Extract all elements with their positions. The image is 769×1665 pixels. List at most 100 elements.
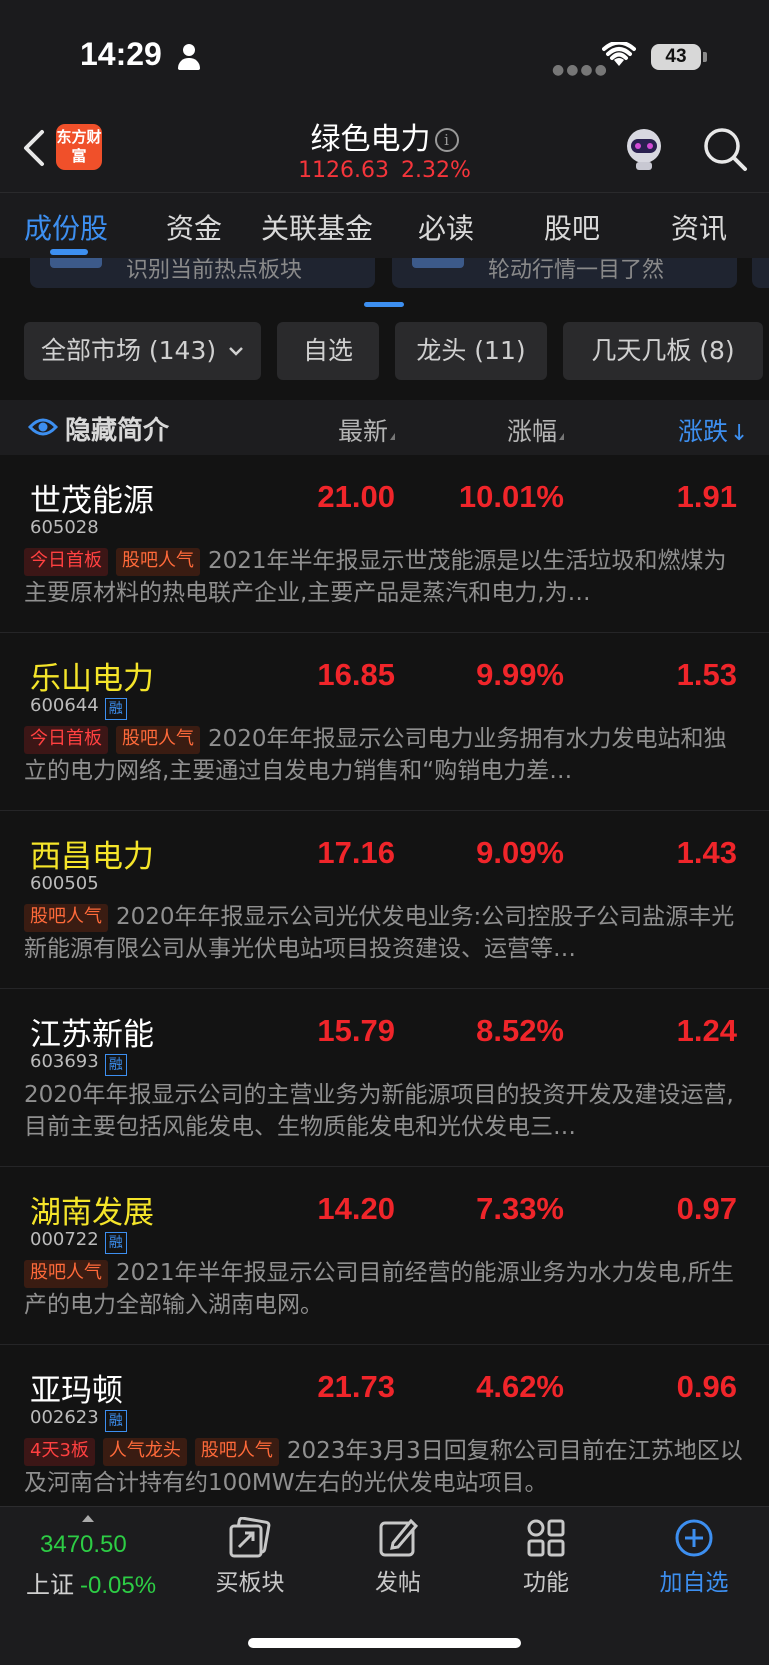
signal-dots-icon: ●●●● [552,62,609,78]
stock-code-line: 000722 融 [30,1229,127,1254]
stock-name: 湖南发展 [30,1195,154,1231]
stock-row[interactable]: 湖南发展 000722 融 14.20 7.33% 0.97 股吧人气 2021年半年报显示公… [0,1167,769,1345]
stock-name: 亚玛顿 [30,1373,123,1409]
sort-desc-icon: ↓ [730,421,749,446]
stock-tag: 4天3板 [24,1438,95,1466]
stock-code: 002623 [30,1407,99,1428]
tab-must-read[interactable]: 必读 [418,207,474,247]
tab-forum[interactable]: 股吧 [544,207,600,247]
stock-intro-text: 2021年半年报显示公司目前经营的能源业务为水力发电,所生产的电力全部输入湖南电… [24,1260,734,1318]
stock-tag: 股吧人气 [24,904,108,932]
market-filter-dropdown[interactable]: 全部市场 (143) [24,322,261,380]
list-header: 隐藏简介 最新 涨幅 涨跌↓ [0,400,769,455]
stock-change: 0.97 [676,1191,737,1226]
stock-pct: 9.99% [476,657,564,692]
tab-constituents[interactable]: 成份股 [24,207,108,247]
stock-code-line: 002623 融 [30,1407,127,1432]
stock-tag: 人气龙头 [102,1438,187,1466]
filter-consecutive-limit[interactable]: 几天几板 (8) [563,322,763,380]
stock-price: 14.20 [317,1191,395,1226]
hide-intro-toggle[interactable]: 隐藏简介 [65,410,169,447]
stock-row[interactable]: 乐山电力 600644 融 16.85 9.99% 1.53 今日首板 股吧人气 2020年年报… [0,633,769,811]
stock-intro: 股吧人气 2021年半年报显示公司目前经营的能源业务为水力发电,所生产的电力全部输… [24,1257,744,1321]
battery-indicator: 43 [651,44,701,70]
stock-price: 21.00 [317,479,395,514]
banner-pager [364,302,404,307]
nav-post[interactable]: 发帖 [338,1517,458,1597]
expand-up-icon[interactable] [82,1515,94,1522]
stock-code: 605028 [30,517,99,538]
stock-pct: 9.09% [476,835,564,870]
app-header: 东方财富 绿色电力 i 1126.63 2.32% [0,110,769,192]
info-icon[interactable]: i [434,128,459,152]
stock-change: 0.96 [676,1369,737,1404]
sh-index-pct: -0.05% [80,1572,157,1599]
stock-tag: 股吧人气 [116,548,200,576]
stock-row[interactable]: 亚玛顿 002623 融 21.73 4.62% 0.96 4天3板 人气龙头 股吧人气 2023… [0,1345,769,1523]
eye-icon[interactable] [28,416,58,438]
active-tab-indicator [50,249,88,255]
chevron-down-icon [229,347,243,356]
sh-index-line[interactable]: 上证 -0.05% [26,1565,156,1600]
tab-bar: 成份股 资金 关联基金 必读 股吧 资讯 [0,192,769,258]
stock-code: 600505 [30,873,99,894]
stock-intro: 今日首板 股吧人气 2020年年报显示公司电力业务拥有水力发电站和独立的电力网络,主… [24,723,744,787]
stock-name: 西昌电力 [30,839,154,875]
status-bar: 14:29 ●●●● 43 [0,0,769,110]
sector-index-change: 2.32% [401,158,471,183]
page-title: 绿色电力 [310,122,431,157]
col-header-pct[interactable]: 涨幅 [507,412,565,448]
banner-card-next[interactable] [752,258,769,288]
stock-tag: 今日首板 [24,726,108,754]
nav-label: 发帖 [375,1570,421,1596]
margin-badge: 融 [104,1054,127,1076]
stock-change: 1.91 [676,479,737,514]
stock-price: 17.16 [317,835,395,870]
tab-news[interactable]: 资讯 [671,207,727,247]
stock-price: 21.73 [317,1369,395,1404]
col-header-latest[interactable]: 最新 [338,412,396,448]
stock-row[interactable]: 西昌电力 600505 17.16 9.09% 1.43 股吧人气 2020年年报显示公司光… [0,811,769,989]
home-indicator [248,1638,521,1648]
banner-card-hot-sectors[interactable]: 识别当前热点板块 [30,258,375,288]
stock-code-line: 605028 [30,517,99,538]
nav-label: 加自选 [659,1570,729,1596]
stock-name: 世茂能源 [30,483,154,519]
margin-badge: 融 [104,1232,127,1254]
stock-code-line: 600644 融 [30,695,127,720]
filter-watchlist[interactable]: 自选 [277,322,379,380]
tab-funds-flow[interactable]: 资金 [166,207,222,247]
nav-add-watchlist[interactable]: 加自选 [634,1517,754,1597]
stock-intro: 今日首板 股吧人气 2021年半年报显示世茂能源是以生活垃圾和燃煤为主要原材料的热电… [24,545,744,609]
stock-price: 16.85 [317,657,395,692]
banner-card-rotation[interactable]: 轮动行情一目了然 [392,258,737,288]
stock-row[interactable]: 江苏新能 603693 融 15.79 8.52% 1.24 2020年年报显示公司的主营业… [0,989,769,1167]
stock-pct: 10.01% [458,479,564,514]
sh-index-value[interactable]: 3470.50 [40,1531,127,1559]
stock-tag: 今日首板 [24,548,108,576]
stock-code: 600644 [30,695,99,716]
col-header-change[interactable]: 涨跌↓ [678,412,748,448]
search-icon[interactable] [702,126,748,172]
nav-functions[interactable]: 功能 [486,1517,606,1597]
stock-row[interactable]: 世茂能源 605028 21.00 10.01% 1.91 今日首板 股吧人气 2021年半年… [0,455,769,633]
nav-buy-sector[interactable]: 买板块 [190,1517,310,1597]
stock-code-line: 600505 [30,873,99,894]
stock-intro: 2020年年报显示公司的主营业务为新能源项目的投资开发及建设运营,目前主要包括风… [24,1079,744,1143]
margin-badge: 融 [104,1410,127,1432]
stock-intro: 股吧人气 2020年年报显示公司光伏发电业务:公司控股子公司盐源丰光新能源有限公司… [24,901,744,965]
buy-sector-icon [229,1517,271,1558]
stock-change: 1.24 [676,1013,737,1048]
tab-related-funds[interactable]: 关联基金 [261,207,373,247]
robot-assistant-icon[interactable] [620,124,668,172]
stock-change: 1.53 [676,657,737,692]
wifi-icon [602,42,636,66]
nav-label: 功能 [523,1570,569,1596]
stock-code: 603693 [30,1051,99,1072]
stock-intro-text: 2020年年报显示公司的主营业务为新能源项目的投资开发及建设运营,目前主要包括风… [24,1082,734,1140]
filter-leaders[interactable]: 龙头 (11) [395,322,547,380]
market-filter-label: 全部市场 (143) [40,336,217,365]
stock-name: 乐山电力 [30,661,154,697]
feature-banner: 识别当前热点板块 轮动行情一目了然 [0,258,769,308]
stock-tag: 股吧人气 [116,726,200,754]
